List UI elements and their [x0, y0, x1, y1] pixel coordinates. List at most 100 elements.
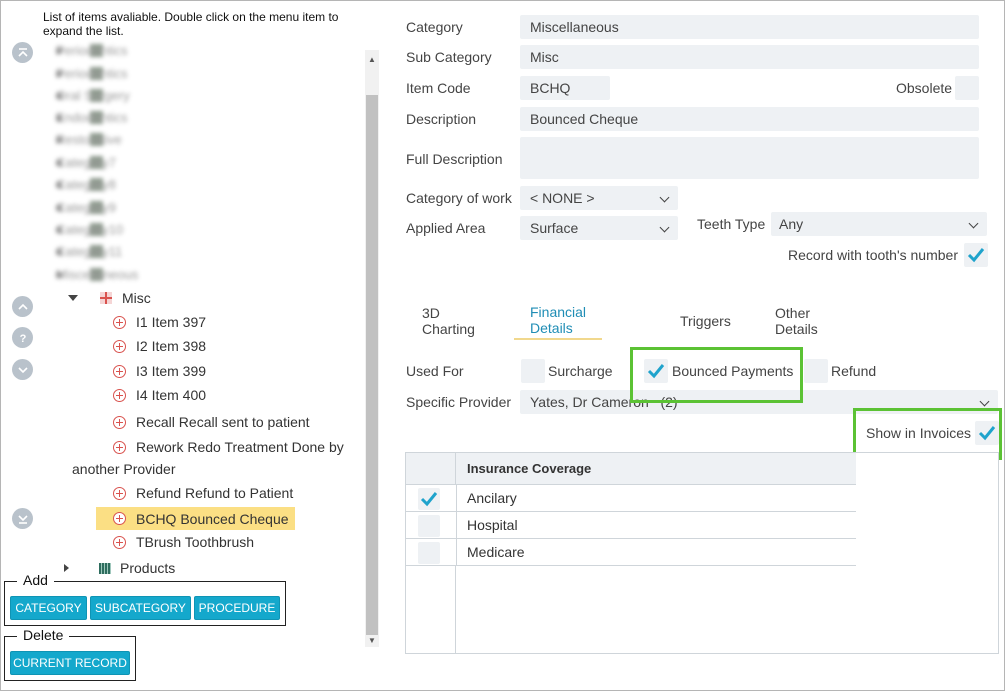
tree-item[interactable]: I4 Item 400: [113, 387, 206, 403]
chevron-down-icon: [659, 192, 670, 203]
tree-item-refund[interactable]: Refund Refund to Patient: [113, 485, 293, 501]
expand-arrow-icon[interactable]: [68, 295, 78, 301]
tab-financial-details[interactable]: Financial Details: [514, 302, 603, 340]
scroll-down-arrow-icon[interactable]: ▼: [365, 634, 379, 646]
tree-subcategory-misc[interactable]: Misc: [68, 290, 151, 306]
grid-empty-area: [406, 566, 456, 653]
record-tooth-label: Record with tooth's number: [788, 247, 958, 263]
scroll-to-bottom-icon[interactable]: [12, 508, 33, 529]
expand-arrow-icon[interactable]: [64, 564, 69, 572]
procedure-icon: [113, 512, 126, 525]
tree-item-tbrush[interactable]: TBrush Toothbrush: [113, 534, 254, 550]
help-icon[interactable]: ?: [12, 327, 33, 348]
tree-category-blurred[interactable]: Restorative: [56, 132, 122, 147]
full-description-field[interactable]: [520, 137, 979, 179]
teeth-type-label: Teeth Type: [697, 216, 766, 232]
tree-category-blurred[interactable]: Category11: [56, 244, 122, 259]
grid-header: Insurance Coverage: [406, 453, 856, 485]
used-for-label: Used For: [406, 363, 464, 379]
delete-group-title: Delete: [17, 627, 70, 643]
add-procedure-button[interactable]: PROCEDURE: [194, 596, 280, 620]
tree-category-blurred[interactable]: Miscellaneous: [56, 267, 138, 282]
record-tooth-checkbox[interactable]: [964, 243, 988, 267]
specific-provider-label: Specific Provider: [406, 394, 512, 410]
tree-instructions: List of items avaliable. Double click on…: [43, 10, 339, 38]
tree-item[interactable]: I3 Item 399: [113, 363, 206, 379]
procedure-icon: [113, 388, 126, 402]
tab-other-details[interactable]: Other Details: [775, 302, 818, 340]
refund-checkbox[interactable]: [804, 359, 828, 383]
scroll-down-icon[interactable]: [12, 359, 33, 380]
procedure-icon: [113, 535, 126, 549]
chevron-down-icon: [968, 218, 979, 229]
procedure-icon: [113, 486, 126, 500]
products-icon: [99, 562, 111, 574]
tree-category-blurred[interactable]: Category7: [56, 155, 116, 170]
description-label: Description: [406, 111, 477, 127]
table-row[interactable]: Ancilary: [406, 485, 856, 512]
tab-3d-charting[interactable]: 3D Charting: [422, 302, 475, 340]
subcategory-label: Sub Category: [406, 49, 492, 65]
category-field[interactable]: Miscellaneous: [520, 15, 979, 39]
tree-category-blurred[interactable]: Category9: [56, 200, 116, 215]
obsolete-label: Obsolete: [896, 80, 953, 96]
grid-header-select-column: [406, 453, 456, 484]
applied-area-select[interactable]: Surface: [520, 216, 678, 240]
procedure-icon: [113, 339, 126, 353]
table-row[interactable]: Hospital: [406, 512, 856, 539]
add-subcategory-button[interactable]: SUBCATEGORY: [90, 596, 191, 620]
checkmark-icon: [967, 248, 985, 263]
tab-triggers[interactable]: Triggers: [680, 302, 731, 340]
category-of-work-label: Category of work: [406, 190, 512, 206]
highlight-bounced-payments: [630, 347, 803, 403]
delete-current-record-button[interactable]: CURRENT RECORD: [10, 651, 130, 675]
add-group-title: Add: [17, 572, 54, 588]
surcharge-label: Surcharge: [548, 363, 613, 379]
tree-category-blurred[interactable]: Endodontics: [56, 110, 128, 125]
category-of-work-select[interactable]: < NONE >: [520, 186, 678, 210]
tree-category-blurred[interactable]: Oral Surgery: [56, 88, 130, 103]
table-row[interactable]: Medicare: [406, 539, 856, 566]
tree-category-products[interactable]: Products: [64, 560, 175, 576]
row-name: Medicare: [467, 544, 525, 560]
tree-category-blurred[interactable]: Periodontics: [56, 43, 128, 58]
subcategory-field[interactable]: Misc: [520, 45, 979, 69]
tree-scrollbar[interactable]: ▲ ▼: [365, 50, 379, 647]
tree-item[interactable]: I1 Item 397: [113, 314, 206, 330]
item-code-label: Item Code: [406, 80, 471, 96]
tree-category-blurred[interactable]: Category10: [56, 222, 123, 237]
refund-label: Refund: [831, 363, 877, 379]
row-checkbox[interactable]: [418, 488, 440, 510]
row-name: Hospital: [467, 517, 518, 533]
procedure-icon: [113, 315, 126, 329]
scroll-up-arrow-icon[interactable]: ▲: [365, 53, 379, 65]
full-description-label: Full Description: [406, 151, 503, 167]
item-code-field[interactable]: BCHQ: [520, 76, 610, 100]
obsolete-checkbox[interactable]: [955, 76, 979, 100]
tree-item-bchq-selected[interactable]: BCHQ Bounced Cheque: [96, 507, 295, 530]
description-field[interactable]: Bounced Cheque: [520, 107, 979, 131]
checkmark-icon: [420, 492, 438, 507]
surcharge-checkbox[interactable]: [521, 359, 545, 383]
insurance-coverage-grid: Insurance Coverage Ancilary Hospital Med…: [405, 452, 999, 654]
procedure-icon: [113, 440, 126, 454]
scroll-up-icon[interactable]: [12, 296, 33, 317]
tree-item-rework-continued[interactable]: another Provider: [72, 461, 176, 477]
subcategory-icon: [100, 292, 112, 304]
row-checkbox[interactable]: [418, 515, 440, 537]
tree-category-blurred[interactable]: Periodontics: [56, 66, 128, 81]
tree-category-blurred[interactable]: Category8: [56, 177, 116, 192]
insurance-coverage-header: Insurance Coverage: [467, 461, 592, 476]
chevron-down-icon: [979, 396, 990, 407]
teeth-type-select[interactable]: Any: [771, 212, 987, 236]
tree-item[interactable]: I2 Item 398: [113, 338, 206, 354]
scroll-thumb[interactable]: [366, 95, 378, 635]
tree-item-recall[interactable]: Recall Recall sent to patient: [113, 414, 310, 430]
chevron-down-icon: [659, 222, 670, 233]
svg-text:?: ?: [19, 333, 26, 344]
row-name: Ancilary: [467, 490, 517, 506]
scroll-to-top-icon[interactable]: [12, 42, 33, 63]
row-checkbox[interactable]: [418, 542, 440, 564]
add-category-button[interactable]: CATEGORY: [10, 596, 87, 620]
tree-item-rework[interactable]: Rework Redo Treatment Done by: [113, 439, 344, 455]
